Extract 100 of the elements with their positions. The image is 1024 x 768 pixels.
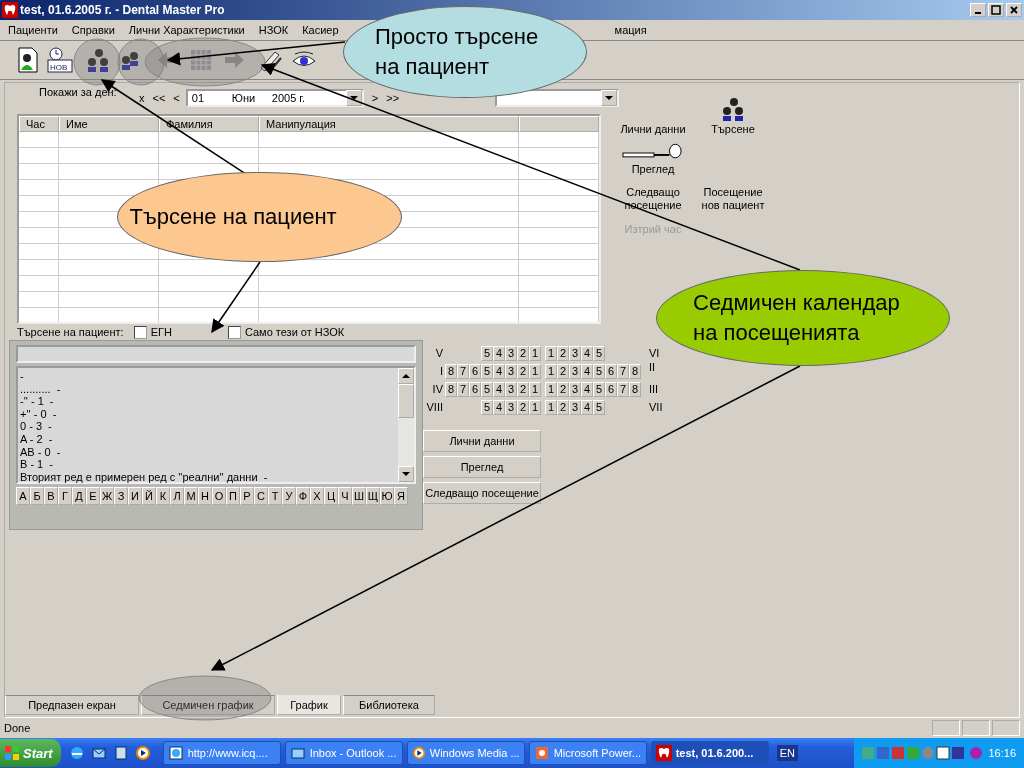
tooth-button[interactable]: 7 xyxy=(617,381,629,397)
tooth-button[interactable]: 3 xyxy=(505,399,517,415)
tooth-button[interactable]: 4 xyxy=(581,399,593,415)
tooth-button[interactable]: 7 xyxy=(457,363,469,379)
tooth-button[interactable]: 5 xyxy=(593,345,605,361)
letter-button[interactable]: Б xyxy=(30,487,44,505)
letter-button[interactable]: В xyxy=(44,487,58,505)
column-header[interactable]: Манипулация xyxy=(259,116,519,132)
tooth-button[interactable]: 1 xyxy=(545,345,557,361)
letter-button[interactable]: Е xyxy=(86,487,100,505)
action-label[interactable]: Лични данни xyxy=(620,123,686,136)
scroll-down-icon[interactable] xyxy=(402,472,410,476)
tooth-button[interactable]: 3 xyxy=(505,363,517,379)
menu-item[interactable]: Справки xyxy=(71,24,115,36)
date-dropdown[interactable]: 01 Юни 2005 г. xyxy=(185,89,364,107)
tooth-button[interactable]: 5 xyxy=(593,363,605,379)
tooth-button[interactable]: 5 xyxy=(481,399,493,415)
letter-button[interactable]: Ю xyxy=(380,487,394,505)
next-button[interactable]: >> xyxy=(386,92,400,104)
minimize-button[interactable] xyxy=(970,3,986,17)
tooth-button[interactable]: 1 xyxy=(545,381,557,397)
menu-item[interactable]: Касиер xyxy=(302,24,339,36)
action-label[interactable]: Преглед xyxy=(631,163,675,176)
letter-button[interactable]: С xyxy=(254,487,268,505)
envelope-icon[interactable] xyxy=(90,745,107,761)
scroll-up-icon[interactable] xyxy=(402,374,410,378)
list-item[interactable]: -'' - 1 - xyxy=(20,395,396,408)
tray-icons-drawing[interactable] xyxy=(862,745,983,761)
letter-button[interactable]: Ж xyxy=(100,487,114,505)
taskbar-button[interactable]: test, 01.6.200... xyxy=(650,741,769,765)
scrollbar[interactable] xyxy=(398,368,414,482)
tooth-button[interactable]: 6 xyxy=(605,363,617,379)
checkbox-label[interactable]: Само тези от НЗОК xyxy=(244,326,345,338)
tooth-button[interactable]: 6 xyxy=(605,381,617,397)
taskbar-button[interactable]: Inbox - Outlook ... xyxy=(284,741,403,765)
tooth-button[interactable]: 2 xyxy=(517,399,529,415)
tab[interactable]: Седмичен график xyxy=(141,695,275,715)
taskbar-button[interactable]: Microsoft Power... xyxy=(528,741,647,765)
menu-item[interactable]: НЗОК xyxy=(258,24,289,36)
menu-item[interactable]: Пациенти xyxy=(8,24,58,36)
letter-button[interactable]: З xyxy=(114,487,128,505)
tooth-button[interactable]: 1 xyxy=(529,381,541,397)
search-field[interactable] xyxy=(16,345,416,363)
letter-button[interactable]: Ш xyxy=(352,487,366,505)
tooth-button[interactable]: 8 xyxy=(629,381,641,397)
tooth-button[interactable]: 1 xyxy=(529,399,541,415)
tooth-button[interactable]: 4 xyxy=(493,345,505,361)
letter-button[interactable]: Ц xyxy=(324,487,338,505)
tooth-button[interactable]: 6 xyxy=(469,363,481,379)
tooth-button[interactable]: 3 xyxy=(569,399,581,415)
letter-button[interactable]: Ф xyxy=(296,487,310,505)
tooth-button[interactable]: 3 xyxy=(505,381,517,397)
tooth-button[interactable]: 2 xyxy=(517,381,529,397)
list-item[interactable]: - xyxy=(20,370,396,383)
letter-button[interactable]: Т xyxy=(268,487,282,505)
tooth-button[interactable]: 8 xyxy=(629,363,641,379)
menu-item[interactable]: Лични Характеристики xyxy=(128,24,245,36)
tooth-button[interactable]: 2 xyxy=(557,381,569,397)
close-button[interactable] xyxy=(1006,3,1022,17)
language-indicator[interactable]: EN xyxy=(776,745,798,761)
tooth-button[interactable]: 5 xyxy=(593,399,605,415)
dropdown-arrow-icon[interactable] xyxy=(349,96,358,100)
letter-button[interactable]: Й xyxy=(142,487,156,505)
letter-button[interactable]: Ч xyxy=(338,487,352,505)
tooth-button[interactable]: 7 xyxy=(617,363,629,379)
tooth-button[interactable]: 4 xyxy=(581,345,593,361)
play-icon[interactable] xyxy=(134,745,151,761)
letter-button[interactable]: М xyxy=(184,487,198,505)
action-label[interactable]: Посещение нов пациент xyxy=(693,186,773,212)
tooth-button[interactable]: 4 xyxy=(581,363,593,379)
letter-button[interactable]: Г xyxy=(58,487,72,505)
tooth-button[interactable]: 2 xyxy=(517,363,529,379)
browser-icon[interactable] xyxy=(68,745,85,761)
tooth-button[interactable]: 8 xyxy=(445,363,457,379)
letter-button[interactable]: Л xyxy=(170,487,184,505)
tooth-button[interactable]: 1 xyxy=(529,345,541,361)
action-button[interactable]: Следващо посещение xyxy=(423,482,541,504)
tooth-button[interactable]: 3 xyxy=(505,345,517,361)
tooth-button[interactable]: 3 xyxy=(569,345,581,361)
list-item[interactable]: A - 2 - xyxy=(20,432,396,446)
action-label[interactable]: Търсене xyxy=(711,123,755,136)
tooth-button[interactable]: 5 xyxy=(481,381,493,397)
tooth-button[interactable]: 4 xyxy=(493,399,505,415)
list-item[interactable]: .......... - xyxy=(20,382,396,396)
letter-button[interactable]: Н xyxy=(198,487,212,505)
next-button[interactable]: > xyxy=(371,92,379,104)
tooth-button[interactable]: 4 xyxy=(581,381,593,397)
tooth-button[interactable]: 2 xyxy=(557,345,569,361)
list-item[interactable]: AB - 0 - xyxy=(20,445,396,459)
letter-button[interactable]: П xyxy=(226,487,240,505)
column-header[interactable]: Час xyxy=(19,116,59,132)
letter-button[interactable]: О xyxy=(212,487,226,505)
letter-button[interactable]: Д xyxy=(72,487,86,505)
tooth-button[interactable]: 8 xyxy=(445,381,457,397)
menu-item[interactable]: мация xyxy=(614,24,647,36)
letter-button[interactable]: Я xyxy=(394,487,408,505)
tooth-button[interactable]: 7 xyxy=(457,381,469,397)
letter-button[interactable]: Р xyxy=(240,487,254,505)
document-icon[interactable] xyxy=(112,745,129,761)
list-item[interactable]: B - 1 - xyxy=(20,458,396,471)
